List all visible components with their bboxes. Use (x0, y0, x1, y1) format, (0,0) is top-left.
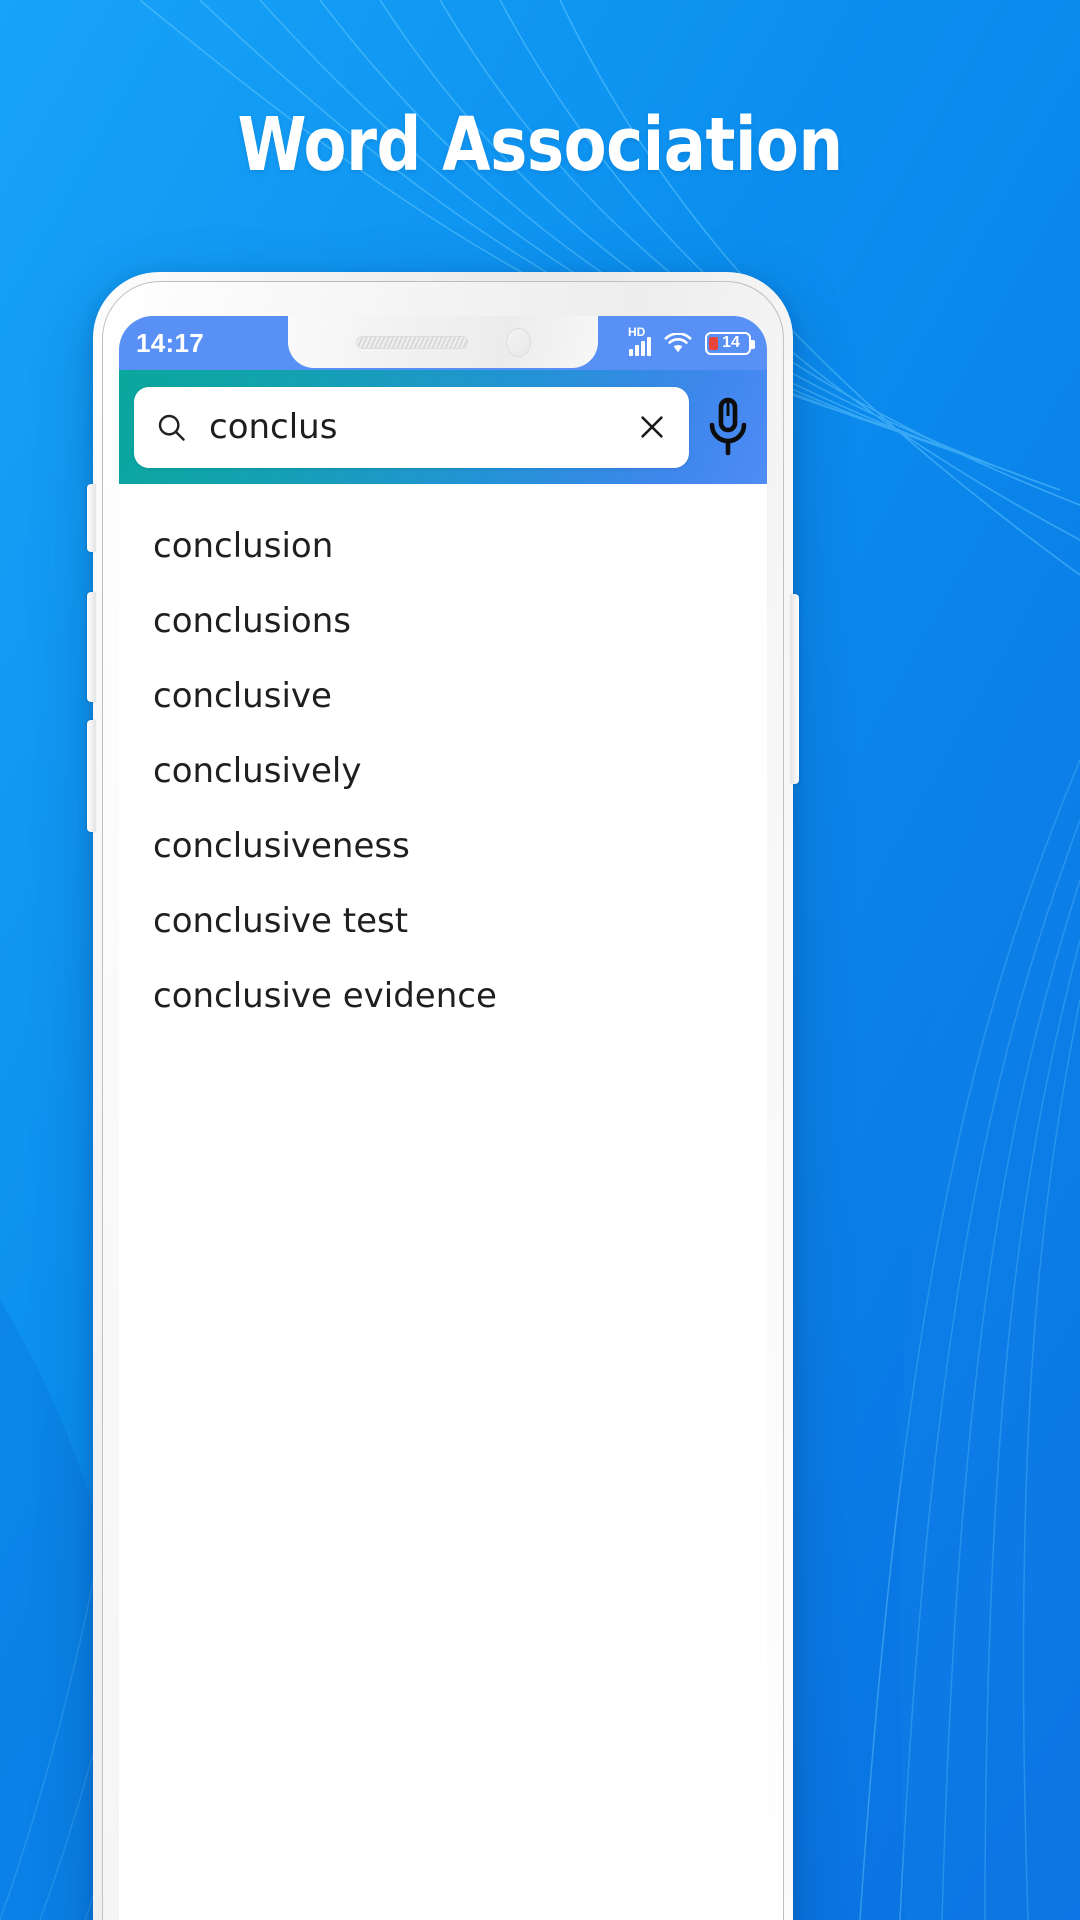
suggestion-label: conclusion (153, 525, 334, 566)
list-item[interactable]: conclusive (119, 658, 767, 733)
list-item[interactable]: conclusive test (119, 883, 767, 958)
phone-side-button-right (790, 594, 799, 784)
signal-bars-icon: HD (628, 326, 651, 356)
list-item[interactable]: conclusions (119, 583, 767, 658)
phone-mockup: 14:17 HD 14 conclus conclusion conclusio… (87, 272, 799, 1920)
status-icons: HD 14 (628, 326, 755, 356)
status-bar: 14:17 HD 14 (119, 316, 767, 370)
page-title: Word Association (237, 102, 843, 188)
list-item[interactable]: conclusively (119, 733, 767, 808)
signal-bars (629, 337, 651, 356)
suggestion-label: conclusive test (153, 900, 409, 941)
status-time: 14:17 (136, 327, 204, 358)
list-item[interactable]: conclusiveness (119, 808, 767, 883)
suggestion-list: conclusion conclusions conclusive conclu… (119, 484, 767, 1033)
speaker-grille-icon (355, 335, 468, 349)
hd-label: HD (628, 325, 646, 339)
search-input[interactable]: conclus (209, 407, 635, 447)
front-camera-icon (505, 327, 531, 357)
suggestion-label: conclusive evidence (153, 975, 497, 1016)
voice-search-button[interactable] (689, 396, 767, 458)
search-bar[interactable]: conclus (134, 386, 689, 468)
list-item[interactable]: conclusive evidence (119, 958, 767, 1033)
phone-side-button-1 (87, 484, 96, 552)
close-icon (641, 416, 663, 438)
suggestion-label: conclusiveness (153, 825, 410, 866)
list-item[interactable]: conclusion (119, 508, 767, 583)
phone-screen: 14:17 HD 14 conclus conclusion conclusio… (119, 316, 767, 1920)
search-icon (158, 414, 185, 441)
phone-notch (288, 316, 598, 368)
phone-side-button-2 (87, 592, 96, 702)
clear-search-button[interactable] (635, 410, 669, 444)
app-header: conclus (119, 370, 767, 484)
battery-icon: 14 (705, 331, 755, 355)
battery-level: 14 (722, 334, 740, 351)
phone-side-button-3 (87, 720, 96, 832)
suggestion-label: conclusions (153, 600, 351, 641)
suggestion-label: conclusive (153, 675, 332, 716)
suggestion-label: conclusively (153, 750, 362, 791)
wifi-icon (664, 332, 692, 352)
microphone-icon (709, 397, 747, 456)
